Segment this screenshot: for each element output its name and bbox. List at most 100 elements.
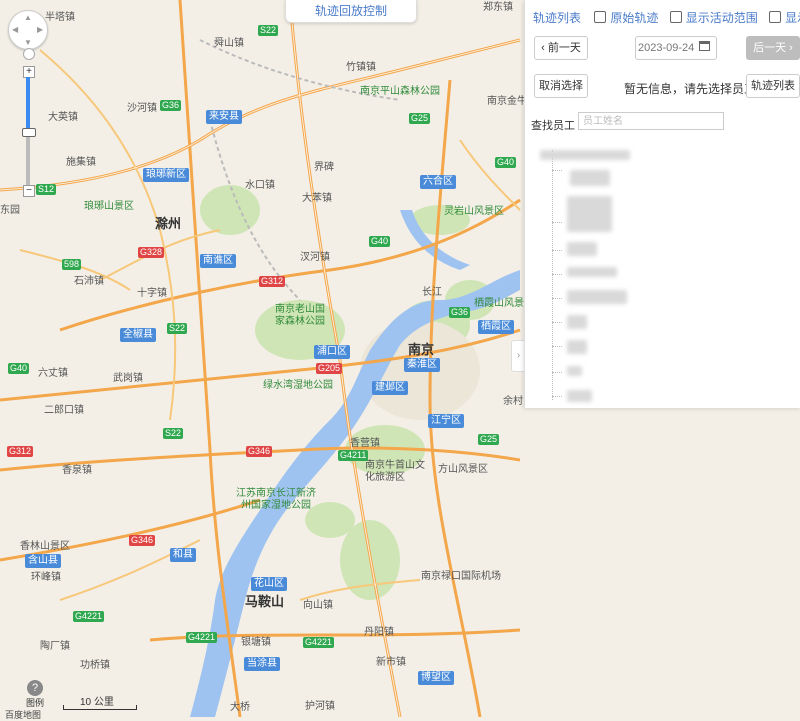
place-label: 大苯镇 xyxy=(302,193,332,204)
place-label: 武岗镇 xyxy=(113,373,143,384)
road-shield: G25 xyxy=(409,113,431,124)
place-label: 竹镇镇 xyxy=(346,62,376,73)
legend-button[interactable]: ? 图例 xyxy=(22,680,48,709)
district-label: 花山区 xyxy=(251,577,287,591)
checkbox-show-customers[interactable]: 显示客户 xyxy=(769,9,800,26)
poi-label: 香林山景区 xyxy=(20,541,70,552)
employee-search-input[interactable]: 员工姓名 xyxy=(578,112,724,130)
place-label: 环峰镇 xyxy=(31,572,61,583)
track-playback-control[interactable]: 轨迹回放控制 xyxy=(285,0,417,23)
place-label: 半塔镇 xyxy=(45,12,75,23)
road-shield: G312 xyxy=(259,276,286,287)
locate-icon[interactable] xyxy=(23,48,35,60)
place-label: 香泉镇 xyxy=(62,465,92,476)
next-day-button[interactable]: 后一天 › xyxy=(746,36,800,60)
district-label: 栖霞区 xyxy=(478,320,514,334)
help-icon: ? xyxy=(27,680,43,696)
place-label: 十字镇 xyxy=(137,288,167,299)
district-label: 博望区 xyxy=(418,671,454,685)
poi-label: 江苏南京长江新济州国家湿地公园 xyxy=(236,488,316,511)
road-shield: G25 xyxy=(478,434,500,445)
road-shield: S12 xyxy=(36,184,57,195)
poi-label: 南京禄口国际机场 xyxy=(421,571,501,582)
zoom-out-button[interactable]: − xyxy=(23,185,35,197)
checkbox-box[interactable] xyxy=(669,11,682,23)
road-shield: S22 xyxy=(167,323,188,334)
tree-node-blurred[interactable] xyxy=(567,290,627,304)
checkbox-box[interactable] xyxy=(594,11,607,23)
road-shield: S22 xyxy=(258,25,279,36)
place-label: 施集镇 xyxy=(66,157,96,168)
place-label: 香营镇 xyxy=(350,438,380,449)
road-shield: G4211 xyxy=(338,450,369,461)
road-shield: G346 xyxy=(246,446,273,457)
next-day-label: 后一天 xyxy=(753,42,787,54)
place-label: 二郎口镇 xyxy=(44,405,84,416)
zoom-slider-fill xyxy=(26,77,30,132)
tree-node-blurred[interactable] xyxy=(567,315,587,329)
district-label: 和县 xyxy=(170,548,196,562)
place-label: 六丈镇 xyxy=(38,368,68,379)
tree-connector xyxy=(552,372,562,373)
checkbox-box[interactable] xyxy=(769,11,782,23)
poi-label: 南京老山国家森林公园 xyxy=(275,304,325,327)
poi-label: 南京牛首山文化旅游区 xyxy=(365,460,425,483)
checkbox-label: 显示客户 xyxy=(785,11,800,25)
checkbox-activity-range[interactable]: 显示活动范围 xyxy=(669,9,758,26)
district-label: 当涂县 xyxy=(244,657,280,671)
panel-header: 轨迹列表 原始轨迹 显示活动范围 显示客户 xyxy=(533,9,800,26)
tree-connector xyxy=(552,170,562,171)
city-label: 南京 xyxy=(408,342,435,357)
map-attribution: 百度地图 xyxy=(5,710,42,720)
road-shield: G40 xyxy=(369,236,391,247)
district-label: 浦口区 xyxy=(314,345,350,359)
place-label: 护河镇 xyxy=(305,701,335,712)
zoom-slider-thumb[interactable] xyxy=(22,128,36,137)
place-label: 郑东镇 xyxy=(483,2,513,13)
tree-connector xyxy=(552,396,562,397)
prev-day-label: 前一天 xyxy=(547,42,581,54)
place-label: 大英镇 xyxy=(48,112,78,123)
panel-collapse-handle[interactable]: › xyxy=(511,340,525,372)
tree-node-blurred[interactable] xyxy=(567,340,587,354)
poi-label: 绿水湾湿地公园 xyxy=(263,380,333,391)
prev-day-button[interactable]: ‹ 前一天 xyxy=(534,36,588,60)
district-label: 含山县 xyxy=(25,554,61,568)
road-shield: 598 xyxy=(62,259,82,270)
tree-node-blurred[interactable] xyxy=(567,242,597,256)
tree-node-blurred[interactable] xyxy=(567,366,582,376)
poi-label: 方山风景区 xyxy=(438,464,488,475)
checkbox-label: 原始轨迹 xyxy=(610,11,659,25)
tree-node-blurred[interactable] xyxy=(540,150,630,160)
calendar-icon[interactable] xyxy=(699,41,710,51)
district-label: 南谯区 xyxy=(200,254,236,268)
pan-control[interactable]: ▲ ▼ ◀ ▶ xyxy=(8,10,48,50)
track-list-button[interactable]: 轨迹列表 xyxy=(746,74,800,98)
tree-node-blurred[interactable] xyxy=(567,196,612,232)
place-label: 向山镇 xyxy=(303,600,333,611)
tab-track-list[interactable]: 轨迹列表 xyxy=(533,9,581,26)
chevron-left-icon: ‹ xyxy=(541,42,548,54)
tree-node-blurred[interactable] xyxy=(567,390,592,402)
checkbox-raw-track[interactable]: 原始轨迹 xyxy=(594,9,658,26)
place-label: 沙河镇 xyxy=(127,103,157,114)
road-shield: G205 xyxy=(316,363,343,374)
place-label: 东园 xyxy=(0,205,20,216)
district-label: 建邺区 xyxy=(372,381,408,395)
city-label: 滁州 xyxy=(155,216,182,231)
place-label: 汊河镇 xyxy=(300,252,330,263)
employee-tree xyxy=(552,150,554,400)
district-label: 全椒县 xyxy=(120,328,156,342)
place-label: 新市镇 xyxy=(376,657,406,668)
district-label: 江宁区 xyxy=(428,414,464,428)
cancel-select-button[interactable]: 取消选择 xyxy=(534,74,588,98)
tree-node-blurred[interactable] xyxy=(567,267,617,277)
road-shield: G4221 xyxy=(303,637,335,648)
place-label: 功桥镇 xyxy=(80,660,110,671)
place-label: 舜山镇 xyxy=(214,38,244,49)
place-label: 大桥 xyxy=(230,702,250,713)
tree-node-blurred[interactable] xyxy=(570,170,610,186)
place-label: 丹阳镇 xyxy=(364,627,394,638)
place-label: 水口镇 xyxy=(245,180,275,191)
checkbox-label: 显示活动范围 xyxy=(685,11,758,25)
